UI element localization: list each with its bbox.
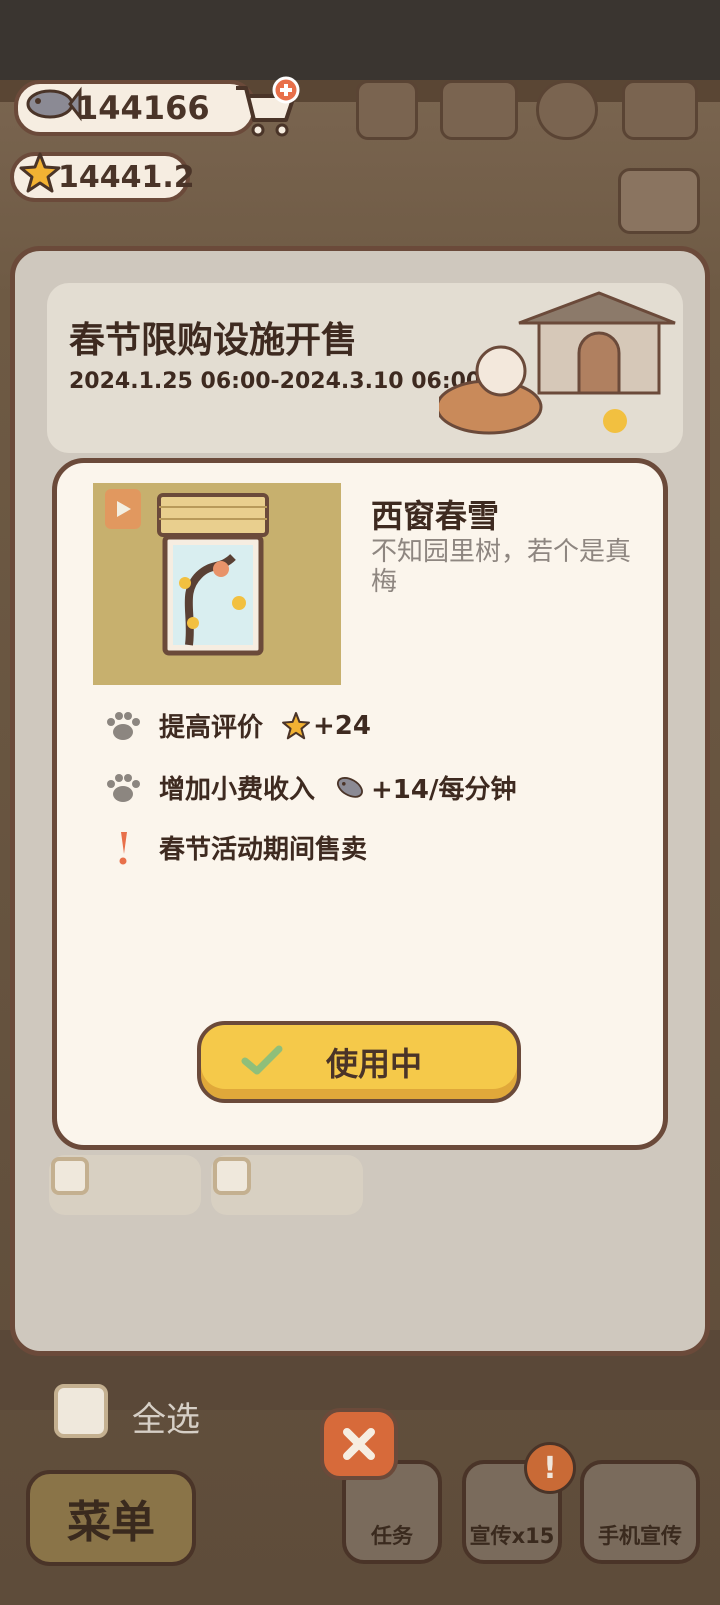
close-icon [343,1428,375,1460]
in-use-button[interactable]: 使用中 [197,1021,521,1103]
star-rating-pill: 14441.2 [10,151,195,203]
attribute-label: 提高评价 [159,713,264,743]
item-image [93,483,341,685]
fish-icon [22,79,82,137]
badge-label: ! [543,1450,557,1486]
attribute-value: +14/每分钟 [371,775,517,805]
attribute-event-sale: 春节活动期间售卖 [103,829,367,866]
window-plum-illustration [157,493,269,656]
event-banner: 春节限购设施开售 2024.1.25 06:00-2024.3.10 06:00 [47,283,683,453]
attribute-rating: 提高评价 +24 [103,707,371,744]
attribute-label: 增加小费收入 [159,775,316,805]
map-icon[interactable] [622,80,698,140]
select-all-checkbox[interactable] [54,1384,108,1438]
attribute-tips: 增加小费收入 +14/每分钟 [103,769,516,806]
star-icon [282,711,310,739]
attribute-label: 春节活动期间售卖 [159,835,368,865]
temple-cat-illustration [439,291,676,435]
fish-currency-value: 144166 [76,89,210,127]
tasks-label: 任务 [371,1524,413,1548]
menu-button[interactable]: 菜单 [26,1470,196,1566]
select-all-label: 全选 [132,1400,200,1440]
star-rating-value: 14441.2 [58,159,195,195]
fish-currency-pill: 144166 [14,80,256,136]
check-icon [241,1045,283,1075]
sort-toggle-button[interactable] [618,168,700,234]
item-name: 西窗春雪 [371,497,500,535]
in-use-label: 使用中 [325,1045,422,1083]
paw-icon [103,772,143,804]
bg-item-checkbox [51,1157,89,1195]
shop-cart-button[interactable] [232,76,302,140]
phone-promote-label: 手机宣传 [598,1524,682,1548]
mail-icon[interactable] [356,80,418,140]
promote-label: 宣传x15 [469,1524,555,1548]
phone-promote-button[interactable]: 手机宣传 [580,1460,700,1564]
item-description: 不知园里树，若个是真梅 [371,537,632,597]
bg-item-checkbox [213,1157,251,1195]
star-icon [18,151,62,203]
close-button[interactable] [320,1408,398,1480]
gear-icon[interactable] [536,80,598,140]
book-icon[interactable] [440,80,518,140]
paw-icon [103,710,143,742]
banner-title: 春节限购设施开售 [69,320,358,361]
fish-icon [336,776,363,798]
promote-alert-badge: ! [524,1442,576,1494]
exclamation-icon [103,830,143,866]
item-detail-modal: 西窗春雪 不知园里树，若个是真梅 提高评价 +24 增加小费收入 +14/每分钟… [52,458,668,1150]
banner-dates: 2024.1.25 06:00-2024.3.10 06:00 [69,369,482,394]
attribute-value: +24 [313,710,371,741]
menu-label: 菜单 [67,1497,155,1548]
